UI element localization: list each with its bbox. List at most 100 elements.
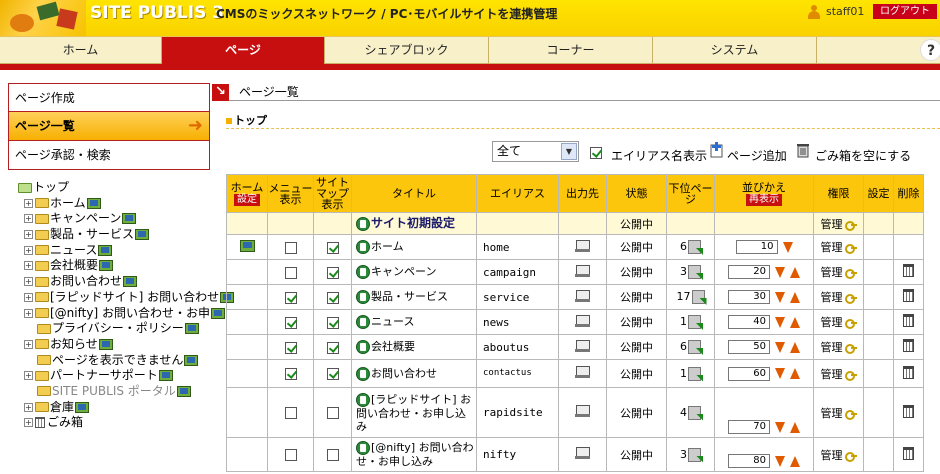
menu-display-checkbox[interactable] [284, 368, 297, 380]
tree-root[interactable]: トップ [18, 180, 218, 196]
menu-display-checkbox[interactable] [284, 316, 297, 329]
output-destination-icon[interactable] [575, 264, 590, 277]
tab-home[interactable]: ホーム [0, 37, 162, 64]
page-title-link[interactable]: ニュース [371, 315, 414, 328]
page-title-link[interactable]: 会社概要 [371, 340, 415, 353]
sitemap-display-checkbox[interactable] [326, 241, 339, 254]
arrow-down-icon[interactable] [782, 241, 793, 253]
subpage-icon[interactable] [688, 447, 701, 462]
menu-display-checkbox[interactable] [284, 266, 297, 279]
sitemap-display-checkbox[interactable] [326, 266, 339, 279]
subpage-icon[interactable] [688, 340, 701, 354]
tree-node[interactable]: + お問い合わせ [18, 274, 218, 290]
menu-display-checkbox[interactable] [284, 449, 297, 461]
output-destination-icon[interactable] [575, 339, 590, 352]
permission-link[interactable]: 管理 [821, 341, 843, 354]
key-icon[interactable] [844, 294, 857, 304]
sort-order-input[interactable]: 30 [728, 290, 770, 304]
trash-icon[interactable] [903, 446, 914, 460]
trash-icon[interactable] [795, 142, 811, 158]
sitemap-display-checkbox[interactable] [326, 291, 339, 304]
empty-trash-link[interactable]: ごみ箱を空にする [815, 147, 911, 164]
trash-icon[interactable] [903, 365, 914, 379]
tree-node[interactable]: + パートナーサポート [18, 368, 218, 384]
arrow-down-icon[interactable] [775, 341, 785, 353]
logout-button[interactable]: ログアウト [873, 4, 937, 19]
arrow-up-icon[interactable] [790, 291, 800, 303]
page-title-link[interactable]: お問い合わせ [371, 367, 437, 380]
arrow-up-icon[interactable] [790, 316, 800, 328]
output-destination-icon[interactable] [575, 289, 590, 302]
tab-shareblock[interactable]: シェアブロック [325, 37, 489, 64]
sort-order-input[interactable]: 50 [728, 340, 770, 354]
arrow-up-icon[interactable] [790, 368, 800, 379]
tree-node[interactable]: + 倉庫 [18, 400, 218, 416]
arrow-up-icon[interactable] [790, 455, 800, 467]
subpage-icon[interactable] [688, 366, 701, 381]
expand-icon[interactable]: + [24, 339, 33, 349]
alias-display-label[interactable]: エイリアス名表示 [611, 147, 707, 164]
page-title-link[interactable]: 製品・サービス [371, 290, 448, 303]
permission-link[interactable]: 管理 [821, 316, 843, 329]
arrow-up-icon[interactable] [790, 341, 800, 353]
permission-link[interactable]: 管理 [821, 241, 843, 254]
arrow-down-icon[interactable] [775, 291, 785, 303]
add-page-link[interactable]: ページ追加 [727, 147, 787, 164]
page-title-link[interactable]: サイト初期設定 [371, 216, 455, 230]
expand-icon[interactable]: + [24, 277, 33, 287]
tree-node[interactable]: + ごみ箱 [18, 415, 218, 431]
page-title-link[interactable]: [@nifty] お問い合わせ・お申し込み [356, 441, 474, 468]
key-icon[interactable] [844, 409, 857, 420]
output-destination-icon[interactable] [575, 239, 590, 252]
expand-icon[interactable]: + [24, 418, 33, 428]
arrow-down-icon[interactable] [775, 316, 785, 328]
key-icon[interactable] [844, 269, 857, 279]
arrow-down-icon[interactable] [775, 368, 785, 379]
tree-node[interactable]: + ホーム [18, 196, 218, 212]
menu-display-checkbox[interactable] [284, 241, 297, 254]
arrow-down-icon[interactable] [775, 455, 785, 467]
add-page-icon[interactable] [710, 142, 726, 158]
sort-order-input[interactable]: 80 [728, 454, 770, 468]
permission-link[interactable]: 管理 [821, 291, 843, 304]
tree-node[interactable]: プライバシー・ポリシー [18, 321, 218, 337]
key-icon[interactable] [844, 370, 857, 381]
expand-icon[interactable]: + [24, 308, 33, 318]
sort-order-input[interactable]: 60 [728, 366, 770, 381]
trash-icon[interactable] [903, 339, 914, 352]
home-settings-button[interactable]: 設定 [234, 193, 260, 206]
expand-icon[interactable]: + [24, 292, 33, 302]
permission-link[interactable]: 管理 [821, 368, 843, 381]
sort-order-input[interactable]: 40 [728, 315, 770, 329]
tab-system[interactable]: システム [653, 37, 817, 64]
sidebar-item-create-page[interactable]: ページ作成 [8, 83, 210, 112]
sitemap-display-checkbox[interactable] [326, 341, 339, 354]
sitemap-display-checkbox[interactable] [326, 368, 339, 380]
filter-select[interactable]: 全て ▼ [492, 141, 579, 162]
permission-link[interactable]: 管理 [821, 266, 843, 279]
subpage-icon[interactable] [688, 405, 701, 420]
permission-link[interactable]: 管理 [821, 449, 843, 462]
subpage-icon[interactable] [691, 290, 705, 304]
page-title-link[interactable]: キャンペーン [371, 265, 436, 278]
key-icon[interactable] [844, 451, 857, 462]
page-title-link[interactable]: ホーム [371, 240, 404, 253]
key-icon[interactable] [844, 319, 857, 329]
tree-node[interactable]: + 会社概要 [18, 258, 218, 274]
sitemap-display-checkbox[interactable] [326, 449, 339, 461]
resort-button[interactable]: 再表示 [746, 193, 782, 206]
sidebar-item-approve-search[interactable]: ページ承認・検索 [8, 141, 210, 170]
expand-icon[interactable]: + [24, 198, 33, 208]
expand-icon[interactable]: + [24, 230, 33, 240]
trash-icon[interactable] [903, 264, 914, 277]
tree-node[interactable]: + 製品・サービス [18, 227, 218, 243]
key-icon[interactable] [844, 344, 857, 354]
expand-icon[interactable]: + [24, 214, 33, 224]
subpage-icon[interactable] [688, 315, 701, 329]
menu-display-checkbox[interactable] [284, 341, 297, 354]
tab-page[interactable]: ページ [162, 37, 325, 64]
help-icon[interactable]: ? [920, 39, 940, 61]
tree-node[interactable]: SITE PUBLIS ポータル [18, 384, 218, 400]
trash-icon[interactable] [903, 289, 914, 302]
tree-node[interactable]: + ニュース [18, 243, 218, 259]
